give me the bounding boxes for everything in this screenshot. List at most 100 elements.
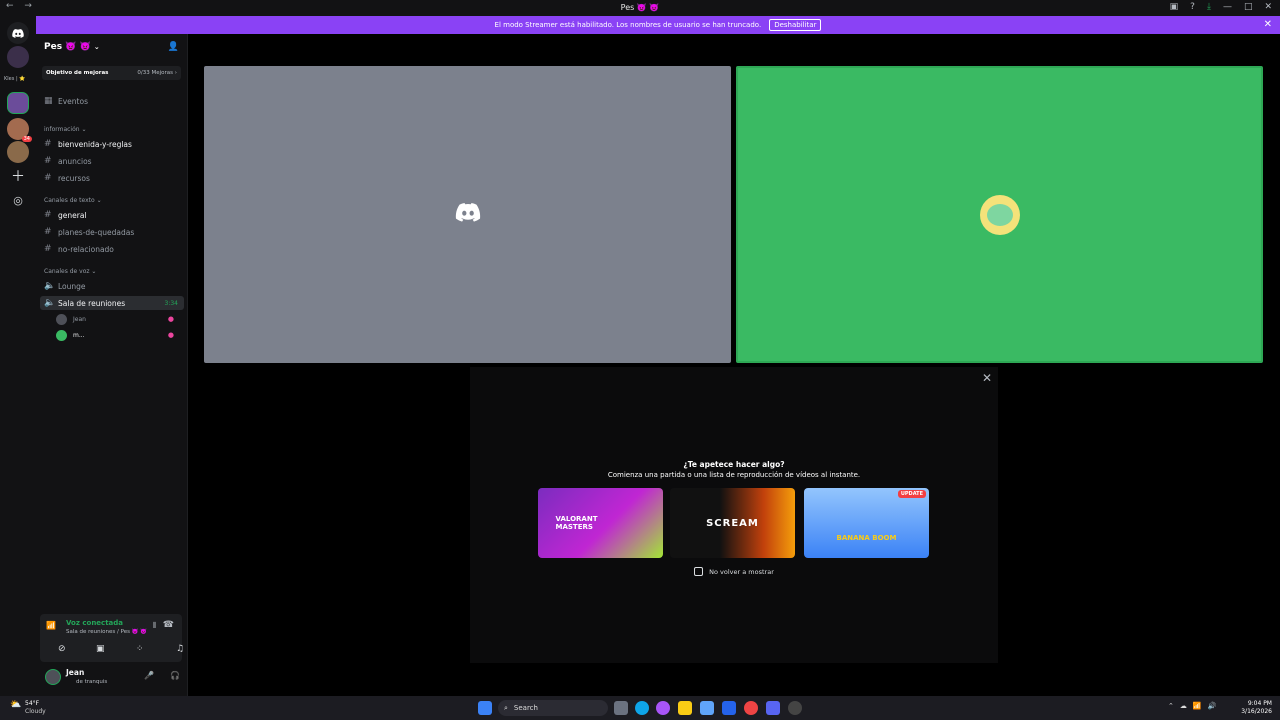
microphone-icon[interactable]: 🎤 xyxy=(144,671,154,680)
channel-label: anuncios xyxy=(58,156,92,166)
user-panel: Jean de tranquis 🎤 🎧 ⚙ xyxy=(40,664,211,690)
add-member-icon[interactable]: 👤 xyxy=(168,42,179,52)
help-icon[interactable]: ? xyxy=(1190,2,1195,12)
weather-icon: ⛅ xyxy=(10,700,22,710)
maximize-button[interactable]: □ xyxy=(1244,2,1253,12)
discord-logo-icon xyxy=(455,203,481,226)
video-tile-m[interactable] xyxy=(736,66,1263,363)
game-card-banana[interactable]: UPDATE BANANA BOOM xyxy=(804,488,929,558)
activity-suggestion-card: ✕ ¿Te apetece hacer algo? Comienza una p… xyxy=(470,367,998,663)
channel-label: bienvenida-y-reglas xyxy=(58,139,132,149)
camera-off-icon[interactable]: ⊘ xyxy=(58,644,66,654)
task-view-icon[interactable] xyxy=(614,701,628,715)
taskbar-search[interactable]: ⌕ Search xyxy=(498,700,608,716)
channel-recursos[interactable]: # recursos xyxy=(40,171,184,185)
server-icon-pes[interactable] xyxy=(7,92,29,114)
app-icon[interactable] xyxy=(788,701,802,715)
clock-time[interactable]: 9:04 PM xyxy=(1248,700,1272,707)
close-banner-icon[interactable]: ✕ xyxy=(1264,19,1272,30)
channel-label: Sala de reuniones xyxy=(58,298,126,308)
copilot-icon[interactable] xyxy=(656,701,670,715)
voice-location[interactable]: Sala de reuniones / Pes 👿 👿 xyxy=(66,629,147,635)
events-item[interactable]: ▦ Eventos xyxy=(40,94,184,108)
add-server-icon[interactable]: ＋ xyxy=(7,165,29,187)
channel-general[interactable]: # general xyxy=(40,208,184,222)
game-card-scream[interactable]: SCREAM xyxy=(670,488,795,558)
server-icon-2[interactable]: 34 xyxy=(7,118,32,142)
chrome-icon[interactable] xyxy=(744,701,758,715)
server-header[interactable]: Pes 👿 👿 ⌄ 👤 xyxy=(36,34,187,60)
minimize-button[interactable]: — xyxy=(1223,2,1232,12)
voice-stage: ✕ ¿Te apetece hacer algo? Comienza una p… xyxy=(188,34,1280,696)
channel-planes[interactable]: # planes-de-quedadas xyxy=(40,225,184,239)
noise-suppression-icon[interactable]: ⫴ xyxy=(153,621,156,631)
download-icon[interactable]: ⤓ xyxy=(1207,2,1211,12)
hash-icon: # xyxy=(44,227,52,237)
activity-subtitle: Comienza una partida o una lista de repr… xyxy=(607,471,861,479)
calendar-icon: ▦ xyxy=(44,96,53,106)
headphones-icon[interactable]: 🎧 xyxy=(170,671,180,680)
checkbox[interactable] xyxy=(694,567,704,576)
member-name: Jean xyxy=(73,315,86,323)
server-icon-1[interactable] xyxy=(7,46,29,68)
boost-goal[interactable]: Objetivo de mejoras 0/33 Mejoras › xyxy=(42,66,181,80)
speaker-icon: 🔈 xyxy=(44,281,56,291)
voice-member-m[interactable]: m... ● xyxy=(56,328,180,342)
rail-label: Kles | ⭐ xyxy=(4,76,26,82)
discord-taskbar-icon[interactable] xyxy=(766,701,780,715)
category-info[interactable]: información ⌄ xyxy=(44,126,87,133)
channel-bienvenida[interactable]: # bienvenida-y-reglas xyxy=(40,137,184,151)
video-tile-jean[interactable] xyxy=(204,66,731,363)
disconnect-icon[interactable]: ☎ xyxy=(163,620,174,630)
hash-icon: # xyxy=(44,244,52,254)
hash-icon: # xyxy=(44,173,52,183)
discord-home-icon[interactable] xyxy=(7,22,29,44)
category-voice[interactable]: Canales de voz ⌄ xyxy=(44,268,96,275)
server-rail: Kles | ⭐ 34 ＋ ◎ xyxy=(0,16,36,696)
file-explorer-icon[interactable] xyxy=(678,701,692,715)
channel-no-relacionado[interactable]: # no-relacionado xyxy=(40,242,184,256)
windows-start-icon[interactable] xyxy=(478,701,492,715)
inbox-icon[interactable]: ▣ xyxy=(1170,2,1179,12)
discover-icon[interactable]: ◎ xyxy=(7,189,29,211)
streaming-icon: ● xyxy=(167,331,174,339)
hash-icon: # xyxy=(44,156,52,166)
user-avatar[interactable] xyxy=(45,669,61,685)
game-card-valorant[interactable]: VALORANT MASTERS xyxy=(538,488,663,558)
game-name: VALORANT MASTERS xyxy=(555,515,598,531)
tray-icons[interactable]: ⌃☁📶🔊 xyxy=(1168,702,1222,710)
channel-label: general xyxy=(58,210,87,220)
close-button[interactable]: ✕ xyxy=(1264,2,1272,12)
category-text[interactable]: Canales de texto ⌄ xyxy=(44,197,102,204)
close-card-icon[interactable]: ✕ xyxy=(982,371,992,385)
game-name: BANANA BOOM xyxy=(836,534,897,542)
soundboard-icon[interactable]: ♫ xyxy=(176,644,184,654)
activities-icon[interactable]: ⁘ xyxy=(136,644,144,654)
user-name[interactable]: Jean xyxy=(66,668,84,677)
voice-channel-lounge[interactable]: 🔈 Lounge xyxy=(40,279,184,293)
avatar xyxy=(56,329,67,341)
streaming-icon: ● xyxy=(167,315,174,323)
activity-title: ¿Te apetece hacer algo? xyxy=(683,460,785,469)
server-name: Pes 👿 👿 xyxy=(44,42,91,52)
voice-member-jean[interactable]: Jean ● xyxy=(56,312,180,326)
dont-show-again[interactable]: No volver a mostrar xyxy=(470,567,998,576)
banner-text: El modo Streamer está habilitado. Los no… xyxy=(494,21,762,29)
hash-icon: # xyxy=(44,210,52,220)
channel-anuncios[interactable]: # anuncios xyxy=(40,154,184,168)
mail-icon[interactable] xyxy=(722,701,736,715)
voice-status[interactable]: Voz conectada xyxy=(66,619,123,627)
server-icon-3[interactable] xyxy=(7,141,29,163)
search-icon: ⌕ xyxy=(504,703,508,712)
screen-share-icon[interactable]: ▣ xyxy=(96,644,105,654)
member-name: m... xyxy=(73,331,85,339)
search-label: Search xyxy=(513,704,538,712)
update-badge: UPDATE xyxy=(897,490,926,498)
voice-channel-sala[interactable]: 🔈 Sala de reuniones 3:34 xyxy=(40,296,184,310)
edge-icon[interactable] xyxy=(635,701,649,715)
store-icon[interactable] xyxy=(700,701,714,715)
signal-icon: 📶 xyxy=(46,621,56,630)
weather-temp[interactable]: 54°F xyxy=(25,700,39,707)
disable-streamer-button[interactable]: Deshabilitar xyxy=(769,19,822,31)
voice-timer: 3:34 xyxy=(164,299,178,307)
